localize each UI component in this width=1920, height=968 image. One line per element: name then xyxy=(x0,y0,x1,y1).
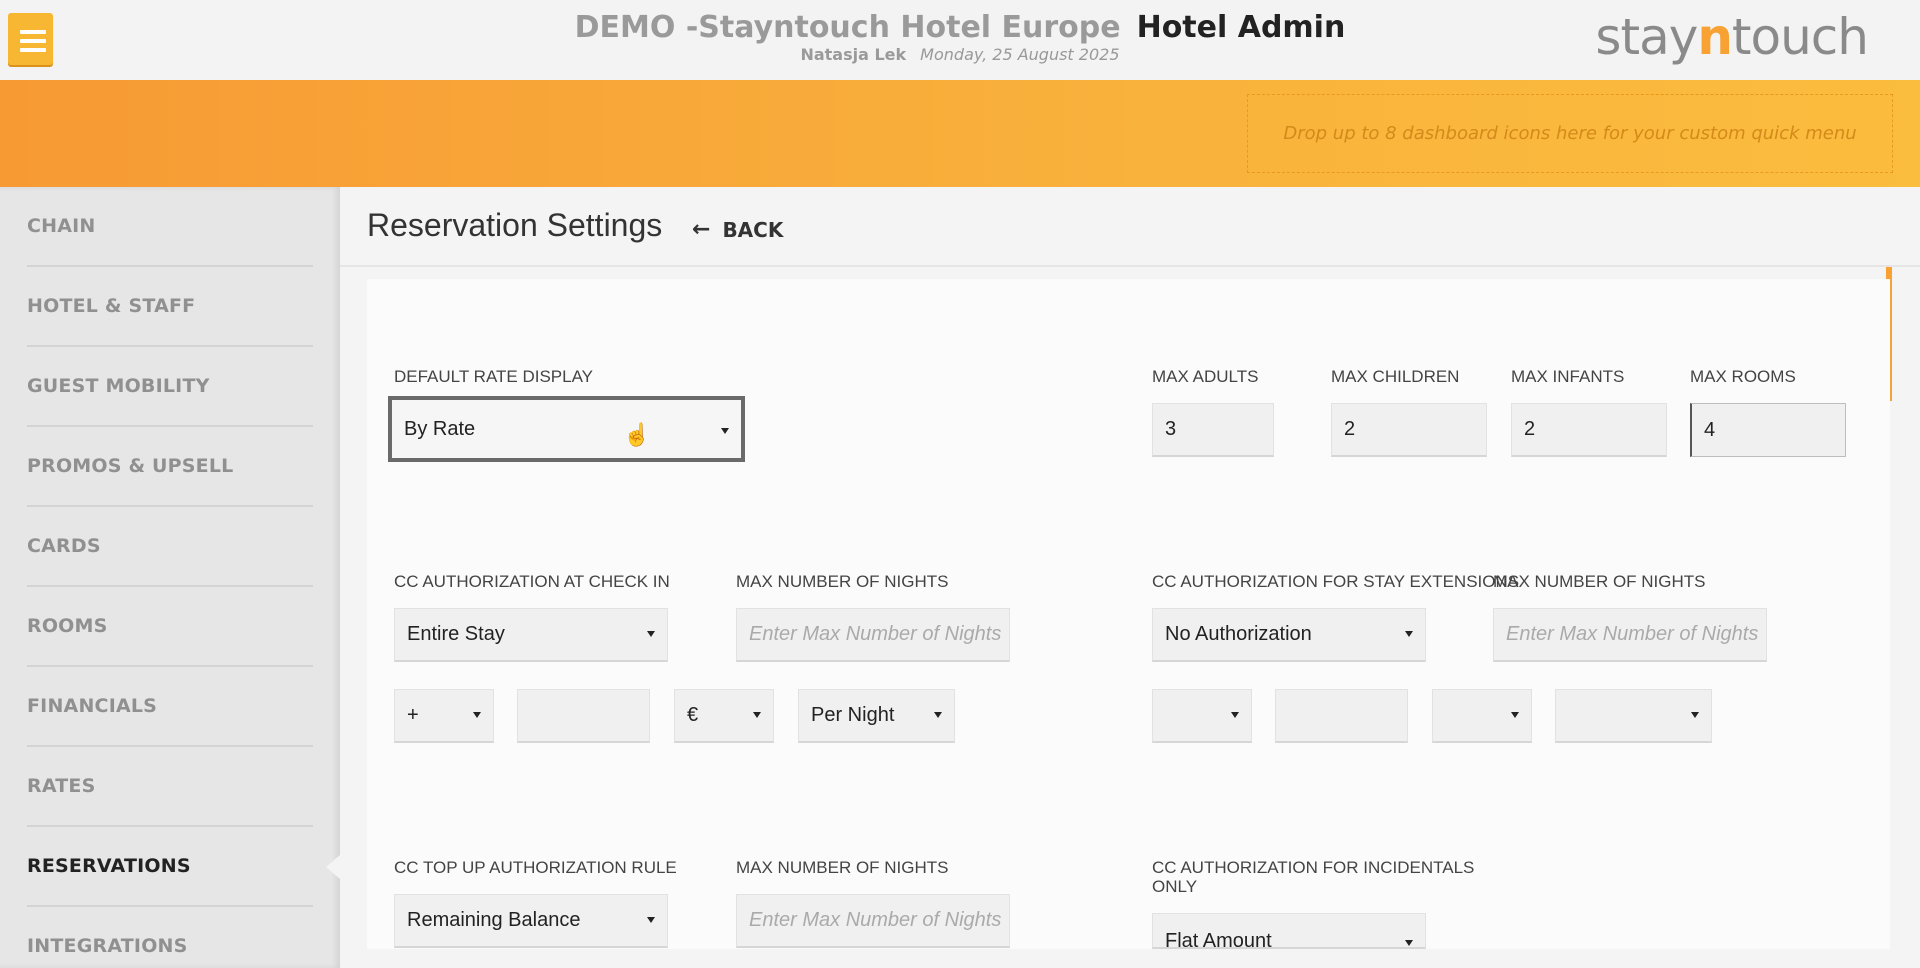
default-rate-display-label: DEFAULT RATE DISPLAY xyxy=(394,367,594,386)
cc-topup-rule-value: Remaining Balance xyxy=(407,909,581,931)
sidebar-item-integrations[interactable]: INTEGRATIONS xyxy=(27,907,313,968)
app-name: Hotel Admin xyxy=(1136,10,1346,45)
settings-panel: DEFAULT RATE DISPLAY By Rate ☝ MAX ADULT… xyxy=(367,279,1890,949)
max-rooms-label: MAX ROOMS xyxy=(1690,367,1796,386)
chevron-down-icon xyxy=(1231,712,1239,718)
max-children-label: MAX CHILDREN xyxy=(1331,367,1460,386)
sidebar-item-promos-upsell[interactable]: PROMOS & UPSELL xyxy=(27,427,313,507)
cc-auth-extensions-select[interactable]: No Authorization xyxy=(1152,608,1426,662)
max-adults-label: MAX ADULTS xyxy=(1152,367,1259,386)
topup-max-nights-label: MAX NUMBER OF NIGHTS xyxy=(736,858,949,877)
sidebar-item-chain[interactable]: CHAIN xyxy=(27,187,313,267)
extensions-currency-select[interactable] xyxy=(1432,689,1532,743)
extensions-amount-input[interactable] xyxy=(1275,689,1408,743)
chevron-down-icon xyxy=(1511,712,1519,718)
cc-auth-extensions-value: No Authorization xyxy=(1165,623,1312,645)
extensions-per-select[interactable] xyxy=(1555,689,1712,743)
business-date: Monday, 25 August 2025 xyxy=(920,45,1120,64)
topup-max-nights-input[interactable]: Enter Max Number of Nights xyxy=(736,894,1010,948)
chevron-down-icon xyxy=(721,428,729,434)
sidebar-item-cards[interactable]: CARDS xyxy=(27,507,313,587)
chevron-down-icon xyxy=(934,712,942,718)
main-content: Reservation Settings ← BACK DEFAULT RATE… xyxy=(340,187,1920,968)
chevron-down-icon xyxy=(1405,940,1413,946)
chevron-down-icon xyxy=(473,712,481,718)
max-infants-input[interactable]: 2 xyxy=(1511,403,1667,457)
max-rooms-input[interactable]: 4 xyxy=(1690,403,1846,457)
cc-topup-rule-select[interactable]: Remaining Balance xyxy=(394,894,668,948)
cc-auth-checkin-select[interactable]: Entire Stay xyxy=(394,608,668,662)
checkin-currency-value: € xyxy=(687,704,699,726)
default-rate-display-select[interactable]: By Rate ☝ xyxy=(388,396,745,462)
checkin-amount-input[interactable] xyxy=(517,689,650,743)
extensions-max-nights-label: MAX NUMBER OF NIGHTS xyxy=(1493,572,1706,591)
page-title: Reservation Settings xyxy=(367,207,663,243)
cc-auth-incidentals-value: Flat Amount xyxy=(1165,930,1272,949)
checkin-per-select[interactable]: Per Night xyxy=(798,689,955,743)
max-adults-input[interactable]: 3 xyxy=(1152,403,1274,457)
checkin-sign-select[interactable]: + xyxy=(394,689,494,743)
hotel-name: DEMO -Stayntouch Hotel Europe xyxy=(574,10,1121,45)
checkin-sign-value: + xyxy=(407,704,419,726)
active-item-pointer xyxy=(326,855,340,879)
sidebar-item-reservations[interactable]: RESERVATIONS xyxy=(27,827,313,907)
sidebar-item-rates[interactable]: RATES xyxy=(27,747,313,827)
stayntouch-logo: stayntouch xyxy=(1595,8,1869,66)
cc-auth-checkin-value: Entire Stay xyxy=(407,623,505,645)
cc-auth-incidentals-label: CC AUTHORIZATION FOR INCIDENTALS ONLY xyxy=(1152,858,1475,896)
max-children-input[interactable]: 2 xyxy=(1331,403,1487,457)
sidebar-item-guest-mobility[interactable]: GUEST MOBILITY xyxy=(27,347,313,427)
top-header: DEMO -Stayntouch Hotel Europe Hotel Admin… xyxy=(0,0,1920,80)
admin-sidebar: CHAIN HOTEL & STAFF GUEST MOBILITY PROMO… xyxy=(0,187,340,968)
checkin-max-nights-label: MAX NUMBER OF NIGHTS xyxy=(736,572,949,591)
sidebar-item-hotel-staff[interactable]: HOTEL & STAFF xyxy=(27,267,313,347)
chevron-down-icon xyxy=(753,712,761,718)
dropzone-hint: Drop up to 8 dashboard icons here for yo… xyxy=(1283,123,1857,144)
back-arrow-icon: ← xyxy=(692,217,711,242)
checkin-per-value: Per Night xyxy=(811,704,895,726)
checkin-max-nights-input[interactable]: Enter Max Number of Nights xyxy=(736,608,1010,662)
back-button[interactable]: ← BACK xyxy=(692,217,783,242)
default-rate-display-value: By Rate xyxy=(404,417,476,440)
divider xyxy=(340,265,1920,267)
cc-auth-extensions-label: CC AUTHORIZATION FOR STAY EXTENSIONS xyxy=(1152,572,1520,591)
sidebar-item-rooms[interactable]: ROOMS xyxy=(27,587,313,667)
cc-auth-incidentals-select[interactable]: Flat Amount xyxy=(1152,913,1426,949)
quick-menu-band: Drop up to 8 dashboard icons here for yo… xyxy=(0,80,1920,187)
sidebar-item-financials[interactable]: FINANCIALS xyxy=(27,667,313,747)
max-infants-label: MAX INFANTS xyxy=(1511,367,1625,386)
checkin-currency-select[interactable]: € xyxy=(674,689,774,743)
hand-cursor-icon: ☝ xyxy=(623,422,651,447)
chevron-down-icon xyxy=(647,631,655,637)
extensions-sign-select[interactable] xyxy=(1152,689,1252,743)
cc-topup-rule-label: CC TOP UP AUTHORIZATION RULE xyxy=(394,858,677,877)
chevron-down-icon xyxy=(647,917,655,923)
chevron-down-icon xyxy=(1691,712,1699,718)
back-label: BACK xyxy=(722,217,784,242)
extensions-max-nights-input[interactable]: Enter Max Number of Nights xyxy=(1493,608,1767,662)
user-name: Natasja Lek xyxy=(800,45,907,64)
quick-menu-dropzone[interactable]: Drop up to 8 dashboard icons here for yo… xyxy=(1247,94,1893,173)
chevron-down-icon xyxy=(1405,631,1413,637)
cc-auth-checkin-label: CC AUTHORIZATION AT CHECK IN xyxy=(394,572,670,591)
